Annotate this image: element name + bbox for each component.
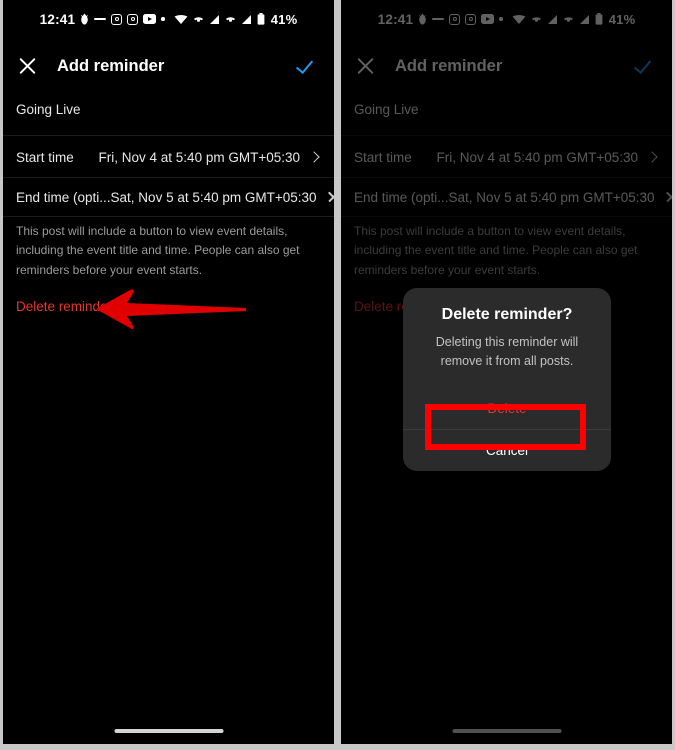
instagram-icon	[111, 13, 123, 25]
close-icon[interactable]	[17, 56, 38, 77]
chevron-right-icon	[308, 151, 320, 163]
dialog-delete-button[interactable]: Delete	[403, 388, 611, 429]
dot-icon	[161, 17, 165, 21]
phone-screen-right: 12:41	[341, 0, 672, 744]
signal-icon	[209, 14, 220, 25]
home-indicator[interactable]	[114, 729, 223, 733]
end-time-value: Sat, Nov 5 at 5:40 pm GMT+05:30	[110, 189, 317, 205]
dialog-cancel-button[interactable]: Cancel	[403, 428, 611, 471]
check-icon[interactable]	[298, 55, 320, 77]
end-time-label: End time (opti...	[16, 189, 111, 205]
delete-reminder-link[interactable]: Delete reminder	[16, 299, 112, 314]
dash-icon	[94, 18, 107, 20]
alarm-icon	[80, 13, 89, 25]
wifi-icon	[174, 14, 188, 25]
divider	[3, 216, 334, 217]
start-time-label: Start time	[16, 149, 74, 165]
instagram-icon	[127, 13, 139, 25]
section-title: Going Live	[16, 102, 81, 117]
signal-icon	[241, 14, 252, 25]
missed-call-icon	[225, 14, 236, 25]
dialog-title: Delete reminder?	[441, 306, 573, 323]
dialog-message: Deleting this reminder will remove it fr…	[435, 335, 579, 369]
phone-screen-left: 12:41 41% Add reminder Going Live Start …	[3, 0, 334, 744]
close-icon[interactable]	[327, 191, 334, 204]
end-time-row[interactable]: End time (opti... Sat, Nov 5 at 5:40 pm …	[3, 177, 334, 217]
divider	[3, 135, 334, 136]
page-title: Add reminder	[57, 56, 165, 75]
screenshot-frame: 12:41 41% Add reminder Going Live Start …	[0, 0, 675, 750]
start-time-row[interactable]: Start time Fri, Nov 4 at 5:40 pm GMT+05:…	[3, 137, 334, 177]
status-bar: 12:41	[3, 0, 334, 38]
battery-icon	[257, 13, 265, 25]
start-time-value: Fri, Nov 4 at 5:40 pm GMT+05:30	[98, 149, 300, 165]
app-header: Add reminder	[3, 44, 334, 88]
missed-call-icon	[193, 14, 204, 25]
youtube-icon	[143, 14, 157, 24]
battery-percent: 41%	[270, 11, 298, 27]
helper-text: This post will include a button to view …	[16, 224, 300, 277]
delete-reminder-dialog: Delete reminder? Deleting this reminder …	[403, 288, 611, 471]
status-clock: 12:41	[39, 11, 76, 27]
